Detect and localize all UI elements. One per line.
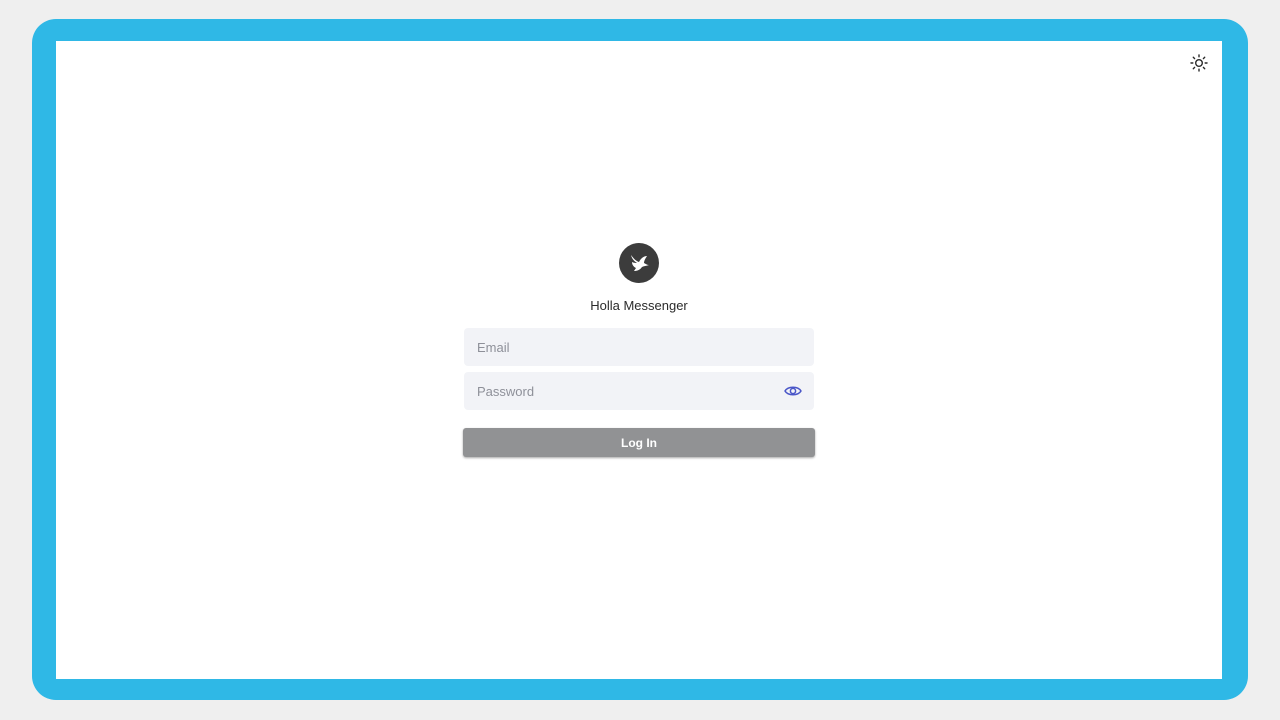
theme-toggle-button[interactable] [1190,54,1208,72]
bird-icon [631,255,649,271]
app-logo [619,243,659,283]
login-button[interactable]: Log In [463,428,815,457]
app-name: Holla Messenger [590,298,688,313]
sun-icon [1190,54,1208,72]
password-field [464,372,814,410]
eye-icon[interactable] [784,383,802,399]
email-input[interactable] [464,328,814,366]
app-screen: Holla Messenger Log In [56,41,1222,679]
email-field [464,328,814,366]
login-form: Holla Messenger Log In [463,243,815,457]
password-input[interactable] [464,372,814,410]
